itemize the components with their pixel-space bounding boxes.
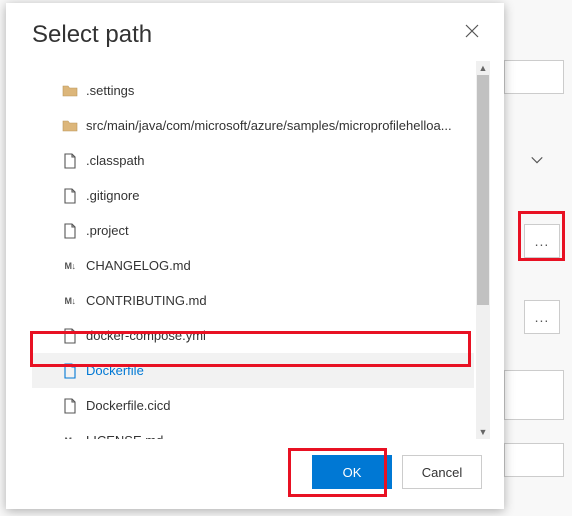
bg-field	[504, 443, 564, 477]
tree-item-label: CONTRIBUTING.md	[86, 293, 207, 308]
annotation-highlight-ok	[288, 448, 387, 497]
tree-item-changelog-md[interactable]: M↓ CHANGELOG.md	[32, 248, 474, 283]
folder-icon	[62, 118, 78, 134]
tree-item-label: LICENSE.md	[86, 433, 163, 439]
tree-item-label: .classpath	[86, 153, 145, 168]
scrollbar-thumb[interactable]	[477, 75, 489, 305]
annotation-highlight-browse	[518, 211, 565, 261]
file-icon	[62, 398, 78, 414]
tree-item-contributing-md[interactable]: M↓ CONTRIBUTING.md	[32, 283, 474, 318]
markdown-icon: M↓	[62, 293, 78, 309]
tree-item-label: .project	[86, 223, 129, 238]
scroll-up-arrow[interactable]: ▲	[476, 61, 490, 75]
tree-item-src-main-java-com-microsoft-azure-samples-microprofilehelloa-[interactable]: src/main/java/com/microsoft/azure/sample…	[32, 108, 474, 143]
file-icon	[62, 223, 78, 239]
tree-item-label: src/main/java/com/microsoft/azure/sample…	[86, 118, 452, 133]
tree-row-fragment	[32, 61, 474, 73]
tree-item--project[interactable]: .project	[32, 213, 474, 248]
cancel-button[interactable]: Cancel	[402, 455, 482, 489]
file-icon	[62, 153, 78, 169]
close-button[interactable]	[462, 21, 482, 41]
scroll-down-arrow[interactable]: ▼	[476, 425, 490, 439]
tree-item-label: Dockerfile.cicd	[86, 398, 171, 413]
chevron-down-icon[interactable]	[522, 145, 552, 175]
tree-item-dockerfile-cicd[interactable]: Dockerfile.cicd	[32, 388, 474, 423]
file-icon	[62, 188, 78, 204]
file-tree: .settings src/main/java/com/microsoft/azu…	[32, 61, 490, 439]
tree-item--settings[interactable]: .settings	[32, 73, 474, 108]
markdown-icon: M↓	[62, 433, 78, 440]
folder-icon	[62, 83, 78, 99]
bg-field	[504, 60, 564, 94]
tree-item-label: .settings	[86, 83, 134, 98]
dialog-footer: OK Cancel	[6, 439, 504, 509]
tree-item--classpath[interactable]: .classpath	[32, 143, 474, 178]
bg-field	[504, 370, 564, 420]
close-icon	[465, 24, 479, 38]
select-path-dialog: Select path .settings src/main/java/com/m…	[6, 3, 504, 509]
annotation-highlight-dockerfile	[30, 331, 471, 367]
tree-item--gitignore[interactable]: .gitignore	[32, 178, 474, 213]
tree-item-license-md[interactable]: M↓ LICENSE.md	[32, 423, 474, 439]
dialog-header: Select path	[6, 3, 504, 53]
browse-button-2[interactable]: ...	[524, 300, 560, 334]
tree-item-label: CHANGELOG.md	[86, 258, 191, 273]
ellipsis-icon: ...	[535, 309, 550, 325]
markdown-icon: M↓	[62, 258, 78, 274]
cancel-button-label: Cancel	[422, 465, 462, 480]
tree-item-label: .gitignore	[86, 188, 139, 203]
dialog-title: Select path	[32, 21, 152, 49]
scrollbar-track[interactable]: ▲ ▼	[476, 61, 490, 439]
